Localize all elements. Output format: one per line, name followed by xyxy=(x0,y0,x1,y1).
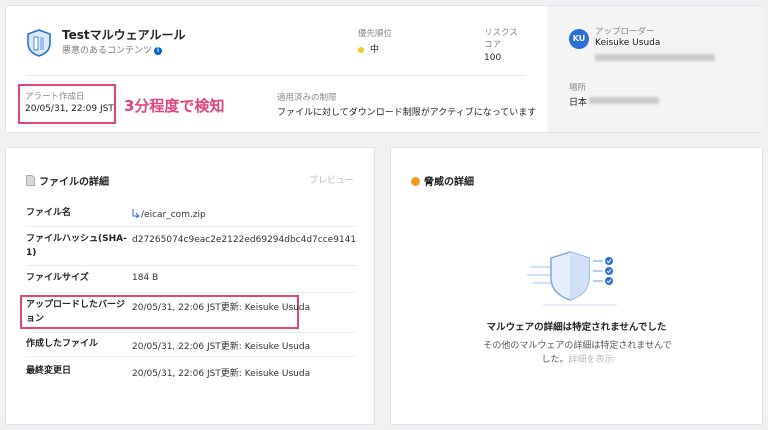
upload-version-value: 20/05/31, 22:06 JST更新: Keisuke Usuda xyxy=(132,303,311,313)
file-details-card: ファイルの詳細 プレビュー ファイル名 /eicar_com.zip ファイルハ… xyxy=(5,147,375,425)
threat-description-line1: その他のマルウェアの詳細は特定されませんで xyxy=(483,341,672,351)
threat-description-line2-row: した。詳細を表示 xyxy=(481,353,674,367)
show-details-link[interactable]: 詳細を表示 xyxy=(569,355,614,365)
restriction-label: 適用済みの制限 xyxy=(277,93,337,103)
uploader-panel: KU アップローダー Keisuke Usuda 場所 日本 xyxy=(547,6,763,132)
file-size-value: 184 B xyxy=(132,273,159,283)
redacted-location xyxy=(589,97,659,104)
divider xyxy=(26,265,356,266)
uploader-label: アップローダー xyxy=(595,27,655,37)
alert-date-label: アラート作成日 xyxy=(25,92,85,102)
threat-details-title-text: 脅威の詳細 xyxy=(424,177,474,188)
file-hash-label-line1: ファイルハッシュ(SHA- xyxy=(26,234,127,244)
divider xyxy=(26,356,356,357)
threat-heading: マルウェアの詳細は特定されませんでした xyxy=(486,322,667,333)
zip-file-icon xyxy=(132,209,140,218)
threat-warning-icon xyxy=(411,177,420,186)
file-name-text: /eicar_com.zip xyxy=(141,210,206,220)
policy-category: 悪意のあるコンテンツ i xyxy=(62,43,163,56)
divider xyxy=(26,332,356,333)
upload-version-label: アップロードしたバージ ョン xyxy=(26,298,125,326)
risk-label-line2: コア xyxy=(484,40,502,50)
shield-checklist-illustration xyxy=(527,251,617,306)
risk-value: 100 xyxy=(484,53,502,63)
avatar: KU xyxy=(569,29,589,49)
risk-label: リスクス コア xyxy=(484,27,518,51)
policy-category-label: 悪意のあるコンテンツ xyxy=(62,46,153,56)
file-name-value[interactable]: /eicar_com.zip xyxy=(132,208,206,220)
redacted-email xyxy=(595,54,715,61)
divider xyxy=(26,292,356,293)
upload-version-label-line2: ョン xyxy=(26,314,45,324)
file-name-label: ファイル名 xyxy=(26,208,72,218)
preview-link[interactable]: プレビュー xyxy=(309,173,354,186)
created-file-label: 作成したファイル xyxy=(26,339,99,349)
priority-label: 優先順位 xyxy=(358,29,393,39)
file-hash-label: ファイルハッシュ(SHA- 1) xyxy=(26,232,127,260)
priority-value-text: 中 xyxy=(370,45,380,55)
alert-summary-card: Testマルウェアルール 悪意のあるコンテンツ i 優先順位 中 リスクス コア … xyxy=(5,5,763,133)
upload-version-label-line1: アップロードしたバージ xyxy=(26,300,125,310)
created-file-value: 20/05/31, 22:06 JST更新: Keisuke Usuda xyxy=(132,342,311,352)
alert-date-value: 20/05/31, 22:09 JST xyxy=(25,104,114,114)
priority-dot-icon xyxy=(358,46,364,53)
shield-icon xyxy=(27,29,51,57)
file-hash-label-line2: 1) xyxy=(26,248,37,258)
info-icon[interactable]: i xyxy=(154,46,163,55)
file-size-label: ファイルサイズ xyxy=(26,273,89,283)
threat-details-title: 脅威の詳細 xyxy=(411,173,474,188)
priority-value: 中 xyxy=(358,42,379,55)
risk-label-line1: リスクス xyxy=(484,28,518,38)
restriction-value: ファイルに対してダウンロード制限がアクティブになっています xyxy=(277,108,537,118)
annotation-text: 3分程度で検知 xyxy=(124,97,225,115)
last-modified-label: 最終変更日 xyxy=(26,366,72,376)
divider xyxy=(26,75,526,76)
file-details-title-text: ファイルの詳細 xyxy=(39,177,109,188)
location-label: 場所 xyxy=(569,83,587,93)
document-icon xyxy=(26,175,35,186)
threat-description-line2: した。 xyxy=(541,355,569,365)
last-modified-value: 20/05/31, 22:06 JST更新: Keisuke Usuda xyxy=(132,369,311,379)
file-details-title: ファイルの詳細 xyxy=(26,173,109,188)
uploader-name: Keisuke Usuda xyxy=(595,38,661,48)
file-hash-value: d27265074c9eac2e2122ed69294dbc4d7cce9141 xyxy=(132,235,357,245)
policy-title: Testマルウェアルール xyxy=(62,28,186,42)
alert-summary-main: Testマルウェアルール 悪意のあるコンテンツ i 優先順位 中 リスクス コア … xyxy=(6,6,547,132)
threat-details-card: 脅威の詳細 マルウェアの詳細は特定されませんでした その他のマルウェアの詳細は特… xyxy=(390,147,763,425)
divider xyxy=(26,226,356,227)
location-value: 日本 xyxy=(569,98,588,108)
threat-description: その他のマルウェアの詳細は特定されませんで した。詳細を表示 xyxy=(481,339,674,367)
